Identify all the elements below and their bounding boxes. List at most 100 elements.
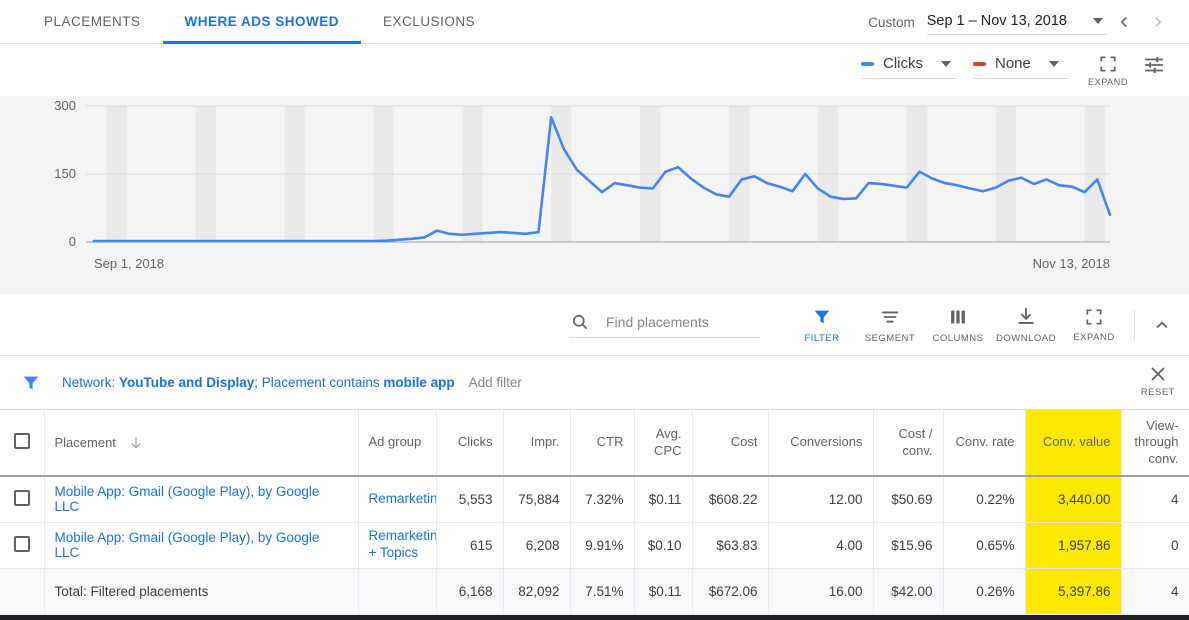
filter-icon: [811, 306, 833, 328]
header-conv-rate-label: Conv. rate: [954, 434, 1015, 450]
chevron-down-icon: [1049, 61, 1059, 67]
total-conv-rate: 0.26%: [943, 568, 1025, 614]
header-conv-value[interactable]: Conv. value: [1025, 410, 1121, 476]
header-cost-per-conv[interactable]: Cost / conv.: [873, 410, 943, 476]
download-button[interactable]: DOWNLOAD: [992, 306, 1060, 344]
cell-cost: $63.83: [692, 522, 768, 568]
chart-controls: Clicks None EXPAND: [861, 52, 1177, 87]
row-select-cell: [0, 522, 44, 568]
tab-placements[interactable]: PLACEMENTS: [22, 0, 163, 44]
search-icon: [570, 312, 590, 332]
cell-cost-per-conv: $15.96: [873, 522, 943, 568]
next-period-button[interactable]: [1141, 5, 1175, 39]
segment-button[interactable]: SEGMENT: [856, 306, 924, 344]
search-input[interactable]: [604, 313, 754, 331]
cell-impressions: 75,884: [503, 476, 570, 522]
svg-text:0: 0: [69, 234, 76, 249]
chart-x-end-label: Nov 13, 2018: [1033, 256, 1110, 271]
reset-label: RESET: [1141, 387, 1175, 398]
ad-group-link[interactable]: Remarketing: [369, 491, 426, 508]
expand-icon: [1084, 307, 1104, 327]
filter-value-placement: mobile app: [383, 375, 454, 390]
table-row: Mobile App: Gmail (Google Play), by Goog…: [0, 522, 1189, 568]
chevron-up-icon: [1151, 314, 1173, 336]
close-icon: [1147, 363, 1169, 385]
secondary-metric-color-swatch: [973, 62, 986, 66]
header-impressions-label: Impr.: [514, 434, 560, 450]
reset-filters-button[interactable]: RESET: [1141, 363, 1175, 398]
select-all-checkbox[interactable]: [14, 433, 30, 449]
cell-conv-rate: 0.22%: [943, 476, 1025, 522]
header-vtc-line2: through: [1132, 434, 1179, 450]
columns-button[interactable]: COLUMNS: [924, 306, 992, 344]
header-cost-label: Cost: [703, 434, 758, 450]
primary-metric-selector[interactable]: Clicks: [861, 52, 957, 79]
filter-button-label: FILTER: [804, 333, 839, 344]
header-vtc-line3: conv.: [1132, 451, 1179, 467]
cell-cost: $608.22: [692, 476, 768, 522]
date-range-selector[interactable]: Sep 1 – Nov 13, 2018: [927, 9, 1107, 35]
row-select-cell: [0, 476, 44, 522]
filter-description[interactable]: Network: YouTube and Display; Placement …: [62, 375, 455, 390]
cell-view-through-conv: 4: [1121, 476, 1189, 522]
total-conversions: 16.00: [768, 568, 873, 614]
chart-svg: 0150300 Sep 1, 2018 Nov 13, 2018: [0, 96, 1189, 294]
table-expand-button[interactable]: EXPAND: [1060, 307, 1128, 343]
chart-expand-button[interactable]: EXPAND: [1085, 52, 1131, 87]
previous-period-button[interactable]: [1107, 5, 1141, 39]
secondary-metric-selector[interactable]: None: [973, 52, 1069, 79]
table-row: Mobile App: Gmail (Google Play), by Goog…: [0, 476, 1189, 522]
table-toolbar: FILTER SEGMENT COLUMNS: [0, 294, 1189, 356]
table-header: Placement Ad group Click: [0, 410, 1189, 476]
tab-exclusions[interactable]: EXCLUSIONS: [361, 0, 497, 44]
header-cost[interactable]: Cost: [692, 410, 768, 476]
row-checkbox[interactable]: [14, 490, 30, 506]
download-icon: [1015, 306, 1037, 328]
row-checkbox[interactable]: [14, 536, 30, 552]
header-placement[interactable]: Placement: [44, 410, 358, 476]
cell-ad-group: Remarketing: [358, 476, 436, 522]
filter-icon: [20, 372, 42, 394]
header-placement-label: Placement: [55, 435, 116, 450]
cell-conv-value: 1,957.86: [1025, 522, 1121, 568]
search-box[interactable]: [570, 312, 760, 338]
header-ad-group[interactable]: Ad group: [358, 410, 436, 476]
add-filter-button[interactable]: Add filter: [469, 375, 522, 390]
header-ctr[interactable]: CTR: [570, 410, 634, 476]
placement-link[interactable]: Mobile App: Gmail (Google Play), by Goog…: [55, 484, 320, 514]
performance-chart-panel: Clicks None EXPAND: [0, 44, 1189, 294]
columns-icon: [947, 306, 969, 328]
header-clicks[interactable]: Clicks: [436, 410, 503, 476]
filter-button[interactable]: FILTER: [788, 306, 856, 344]
header-conv-rate[interactable]: Conv. rate: [943, 410, 1025, 476]
tab-exclusions-label: EXCLUSIONS: [383, 14, 475, 29]
chart-expand-label: EXPAND: [1088, 77, 1128, 87]
total-view-through-conv: 4: [1121, 568, 1189, 614]
filter-prefix: Network:: [62, 375, 119, 390]
header-avg-cpc[interactable]: Avg. CPC: [634, 410, 692, 476]
chart-x-start-label: Sep 1, 2018: [94, 256, 164, 271]
svg-text:300: 300: [54, 98, 76, 113]
table-expand-label: EXPAND: [1073, 332, 1114, 343]
segment-icon: [879, 306, 901, 328]
header-impressions[interactable]: Impr.: [503, 410, 570, 476]
filter-middle: ; Placement contains: [254, 375, 383, 390]
chart-settings-button[interactable]: [1131, 52, 1177, 76]
header-cost-per-conv-line1: Cost /: [884, 426, 933, 442]
header-ctr-label: CTR: [581, 434, 624, 450]
header-conversions[interactable]: Conversions: [768, 410, 873, 476]
total-ctr: 7.51%: [570, 568, 634, 614]
cell-conversions: 12.00: [768, 476, 873, 522]
header-conv-value-label: Conv. value: [1036, 434, 1111, 450]
placement-link[interactable]: Mobile App: Gmail (Google Play), by Goog…: [55, 530, 320, 560]
ad-group-link[interactable]: Remarketing + Topics: [369, 528, 426, 562]
date-range-control: Custom Sep 1 – Nov 13, 2018: [868, 0, 1175, 44]
collapse-chart-button[interactable]: [1145, 314, 1179, 336]
chevron-right-icon: [1148, 12, 1168, 32]
tab-where-ads-showed[interactable]: WHERE ADS SHOWED: [163, 0, 362, 44]
total-label-cell: Total: Filtered placements: [44, 568, 358, 614]
header-view-through-conv[interactable]: View- through conv.: [1121, 410, 1189, 476]
filter-value-network: YouTube and Display: [119, 375, 254, 390]
table-header-row: Placement Ad group Click: [0, 410, 1189, 476]
tab-list: PLACEMENTS WHERE ADS SHOWED EXCLUSIONS: [0, 0, 497, 44]
